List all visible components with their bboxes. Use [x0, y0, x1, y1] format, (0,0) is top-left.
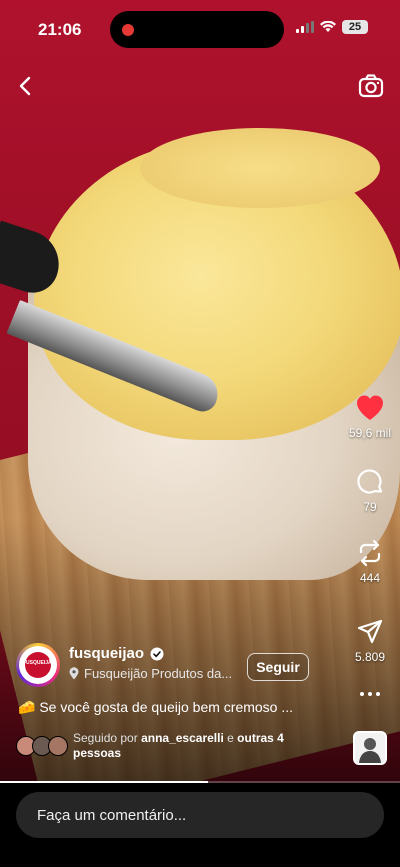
- avatar-inner: FUSQUEIJÃO: [19, 646, 57, 684]
- followed-by-prefix: Seguido por: [73, 731, 138, 745]
- followed-by-text: Seguido por anna_escarelli e outras 4 pe…: [73, 731, 313, 761]
- repost-count: 444: [359, 571, 381, 585]
- like-button[interactable]: 59,6 mil: [340, 394, 400, 440]
- comment-button[interactable]: 79: [340, 468, 400, 514]
- more-options-button[interactable]: [340, 690, 400, 698]
- follow-button[interactable]: Seguir: [247, 653, 309, 681]
- followed-by-user[interactable]: anna_escarelli: [141, 731, 224, 745]
- location-icon: [69, 667, 79, 680]
- battery-icon: 25: [342, 20, 368, 34]
- username[interactable]: fusqueijao: [69, 645, 144, 662]
- status-time: 21:06: [38, 20, 82, 39]
- avatar[interactable]: FUSQUEIJÃO: [16, 643, 60, 687]
- share-icon: [357, 619, 383, 644]
- signal-icon: [296, 21, 314, 33]
- audio-thumbnail[interactable]: [353, 731, 387, 765]
- reel-caption[interactable]: 🧀 Se você gosta de queijo bem cremoso ..…: [18, 699, 318, 716]
- comment-count: 79: [363, 500, 377, 514]
- dynamic-island: [110, 11, 284, 48]
- audio-artist-icon: [359, 738, 381, 763]
- follower-avatar: [48, 736, 68, 756]
- brand-logo: FUSQUEIJÃO: [23, 652, 56, 678]
- followed-by[interactable]: Seguido por anna_escarelli e outras 4 pe…: [16, 731, 316, 765]
- comment-icon: [357, 469, 383, 494]
- camera-icon[interactable]: [357, 72, 385, 100]
- wifi-icon: [320, 21, 336, 32]
- reel-screen: 21:06 25 59,6 mil 79 444 5.809 FUSQUEIJÃ…: [0, 0, 400, 867]
- share-count: 5.809: [354, 650, 386, 664]
- heart-icon: [357, 395, 383, 420]
- cheese-lip: [140, 128, 380, 208]
- share-button[interactable]: 5.809: [340, 618, 400, 664]
- back-icon[interactable]: [14, 74, 38, 98]
- repost-button[interactable]: 444: [340, 539, 400, 585]
- recording-dot-icon: [122, 24, 134, 36]
- verified-icon: [150, 647, 164, 660]
- status-bar: 21:06 25: [0, 0, 400, 60]
- comment-bar: Faça um comentário...: [0, 783, 400, 867]
- like-count: 59,6 mil: [348, 426, 392, 440]
- repost-icon: [359, 539, 381, 567]
- brand-logo-text: FUSQUEIJÃO: [23, 660, 56, 666]
- more-icon: [360, 692, 380, 696]
- followed-by-middle: e: [227, 731, 234, 745]
- location-row[interactable]: Fusqueijão Produtos da...: [69, 666, 249, 681]
- username-row[interactable]: fusqueijao: [69, 645, 164, 662]
- location-text: Fusqueijão Produtos da...: [84, 666, 233, 681]
- status-icons: 25: [296, 20, 368, 34]
- comment-input[interactable]: Faça um comentário...: [16, 792, 384, 838]
- follower-avatars: [16, 736, 68, 756]
